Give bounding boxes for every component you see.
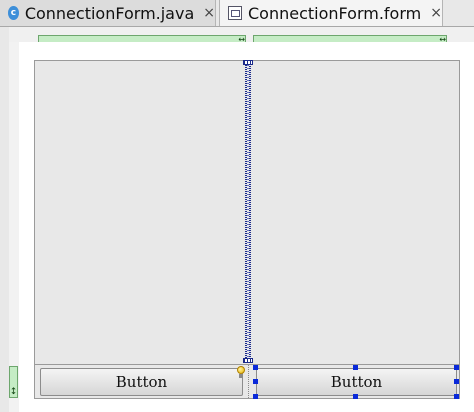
tab-connectionform-java[interactable]: c ConnectionForm.java × <box>0 0 216 26</box>
tab-label: ConnectionForm.java <box>24 3 195 23</box>
selection-handle-w[interactable] <box>253 379 258 384</box>
row-header-2[interactable]: ↕ <box>9 366 18 398</box>
close-icon[interactable]: × <box>430 5 442 21</box>
selection-handle-ne[interactable] <box>454 365 459 370</box>
editor-tab-bar: c ConnectionForm.java × ConnectionForm.f… <box>0 0 474 27</box>
selection-handle-s[interactable] <box>353 394 358 399</box>
java-class-icon: c <box>8 6 19 20</box>
form-file-icon <box>228 6 242 20</box>
tab-label: ConnectionForm.form <box>248 3 422 23</box>
jsplitpane-divider[interactable] <box>245 65 251 359</box>
tab-connectionform-form[interactable]: ConnectionForm.form × <box>219 0 443 26</box>
splitter-top-handle[interactable] <box>243 60 253 65</box>
button-2-selected[interactable]: Button <box>256 368 457 396</box>
selection-handle-e[interactable] <box>454 379 459 384</box>
button-1[interactable]: Button <box>40 368 243 396</box>
grid-cell-separator <box>248 365 249 398</box>
resize-vertical-icon: ↕ <box>9 387 18 397</box>
selection-handle-n[interactable] <box>353 365 358 370</box>
close-icon[interactable]: × <box>203 5 215 21</box>
row-header-band <box>9 42 19 412</box>
selection-handle-sw[interactable] <box>253 394 258 399</box>
selection-handle-se[interactable] <box>454 394 459 399</box>
splitter-bottom-handle[interactable] <box>243 358 253 363</box>
grid-row-divider <box>34 364 460 365</box>
selection-handle-nw[interactable] <box>253 365 258 370</box>
lightbulb-icon[interactable] <box>236 366 246 380</box>
